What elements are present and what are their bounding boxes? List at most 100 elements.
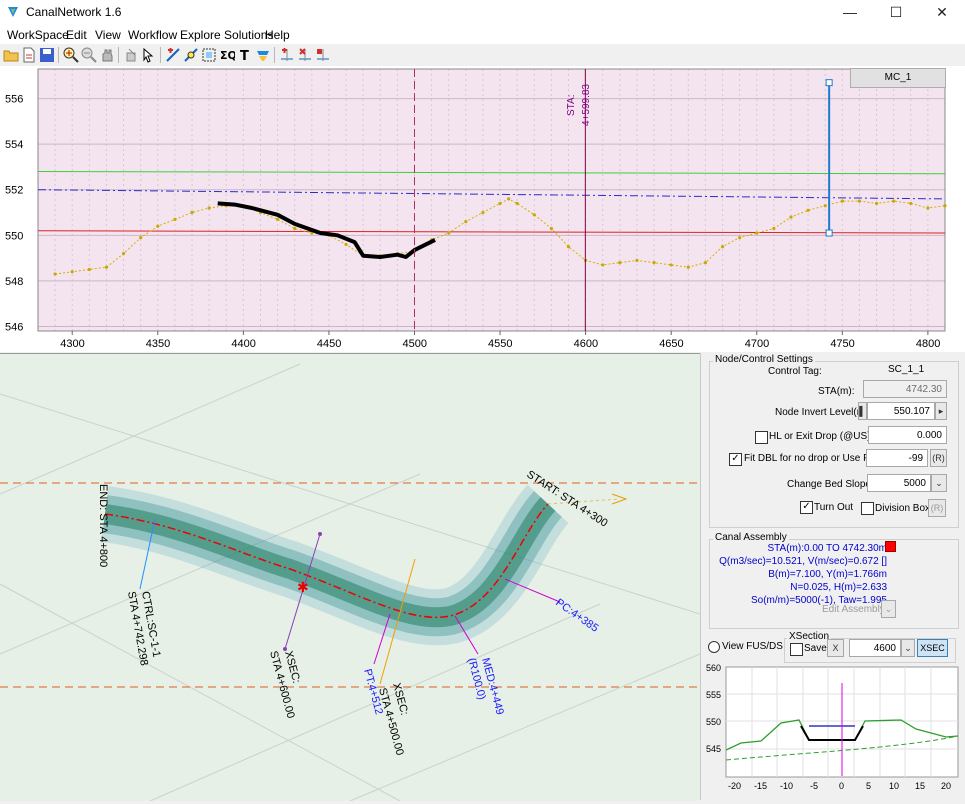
pan-icon[interactable] xyxy=(99,47,115,63)
plan-view[interactable]: ✱ END: STA 4+800 START: STA 4+300 CTRL:S… xyxy=(0,353,701,802)
view-fus-radio[interactable] xyxy=(708,641,720,653)
assembly-sta-range: STA(m):0.00 TO 4742.30m xyxy=(767,543,888,554)
invert-level-input[interactable]: 550.107 xyxy=(867,402,935,420)
profile-ground-point xyxy=(789,215,793,219)
zoom-in-icon[interactable] xyxy=(63,47,79,63)
move-node-icon[interactable] xyxy=(183,47,199,63)
view-fus-label: View FUS/DS xyxy=(722,641,783,652)
sta-field: 4742.30 xyxy=(863,380,947,398)
fit-input[interactable]: -99 xyxy=(866,449,928,467)
title-bar: CanalNetwork 1.6 — ☐ ✕ xyxy=(0,0,965,24)
profile-x-tick: 4800 xyxy=(916,338,940,350)
hl-checkbox[interactable] xyxy=(755,431,768,444)
bed-slope-select[interactable]: 5000 xyxy=(867,474,931,492)
close-button[interactable]: ✕ xyxy=(919,0,965,24)
menu-explore-solutions[interactable]: Explore Solutions xyxy=(180,28,273,42)
profile-view[interactable]: 556 554 552 550 548 546 4300 4350 4400 4450 4500 45… xyxy=(0,66,965,352)
hl-input[interactable]: 0.000 xyxy=(868,426,947,444)
xsec-end-marker xyxy=(283,647,287,651)
xsec-close-button[interactable]: X xyxy=(827,639,844,657)
edit-assembly-button[interactable]: Edit Assembly xyxy=(822,604,885,615)
toolbar-separator xyxy=(160,47,161,63)
xsec-save-checkbox[interactable] xyxy=(790,643,803,656)
xsec-save-label: Save xyxy=(804,643,827,654)
xsec-station-dropdown[interactable]: ⌄ xyxy=(901,639,915,657)
profile-x-tick: 4350 xyxy=(146,338,170,350)
profile-ground-point xyxy=(53,272,57,276)
division-box-label: Division Box xyxy=(875,503,931,514)
toolbar: ΣQ T xyxy=(0,44,965,67)
profile-ground-point xyxy=(139,235,143,240)
edit-profile-icon[interactable] xyxy=(315,47,331,63)
menu-help[interactable]: Help xyxy=(265,28,290,42)
svg-text:ΣQ: ΣQ xyxy=(220,49,235,62)
layer-icon[interactable] xyxy=(255,47,271,63)
open-folder-icon[interactable] xyxy=(3,47,19,63)
division-box-checkbox[interactable] xyxy=(861,502,874,515)
xsec-button[interactable]: XSEC xyxy=(917,639,948,657)
fit-checkbox[interactable]: ✓ xyxy=(729,453,742,466)
profile-ground-point xyxy=(874,201,879,206)
bed-slope-dropdown-button[interactable]: ⌄ xyxy=(931,474,947,492)
profile-chart[interactable]: 556 554 552 550 548 546 4300 4350 4400 4450 4500 45… xyxy=(0,66,965,352)
svg-text:T: T xyxy=(240,49,249,63)
hl-label: HL or Exit Drop (@US) xyxy=(769,431,871,442)
menu-view[interactable]: View xyxy=(95,28,121,42)
delete-point-icon[interactable] xyxy=(297,47,313,63)
profile-ground-point xyxy=(293,226,297,231)
text-icon[interactable]: T xyxy=(237,47,253,63)
profile-ground-point xyxy=(909,201,913,206)
profile-ground-point xyxy=(738,235,742,240)
xsec-x-tick: -5 xyxy=(810,781,818,791)
xsec-y-tick: 550 xyxy=(706,717,721,727)
profile-ground-point xyxy=(703,261,708,265)
profile-ground-point xyxy=(857,199,862,203)
sigma-icon[interactable]: ΣQ xyxy=(219,47,235,63)
xsec-x-tick: -20 xyxy=(728,781,741,791)
canal-assembly-title: Canal Assembly xyxy=(713,532,789,543)
profile-ground-point xyxy=(840,199,844,203)
profile-y-tick: 552 xyxy=(5,185,23,197)
xsec-station-select[interactable]: 4600 xyxy=(849,639,901,657)
profile-ground-point xyxy=(498,201,502,206)
pointer-icon[interactable] xyxy=(123,47,139,63)
profile-ground-point xyxy=(344,242,348,247)
profile-x-tick: 4700 xyxy=(745,338,769,350)
invert-level-label: Node Invert Level(m): xyxy=(775,407,872,418)
menu-workspace[interactable]: WorkSpace xyxy=(7,28,69,42)
xsec-x-tick: -10 xyxy=(780,781,793,791)
select-arrow-icon[interactable] xyxy=(141,47,157,63)
profile-tag-button[interactable]: MC_1 xyxy=(850,68,946,88)
edit-assembly-dropdown[interactable]: ⌄ xyxy=(881,600,896,618)
plan-map[interactable]: ✱ END: STA 4+800 START: STA 4+300 CTRL:S… xyxy=(0,354,701,802)
profile-ground-point xyxy=(156,224,160,228)
maximize-button[interactable]: ☐ xyxy=(873,0,919,24)
add-node-icon[interactable] xyxy=(165,47,181,63)
profile-y-tick: 548 xyxy=(5,276,23,288)
zoom-out-icon[interactable] xyxy=(81,47,97,63)
division-r-button[interactable]: (R) xyxy=(928,499,946,517)
profile-ground-point xyxy=(447,231,451,235)
assembly-status-indicator xyxy=(885,541,896,552)
control-tag-label: Control Tag: xyxy=(768,366,822,377)
profile-ground-point xyxy=(686,265,690,269)
invert-decrement-button[interactable]: ▌ xyxy=(858,402,867,420)
turn-out-checkbox[interactable]: ✓ xyxy=(800,501,813,514)
profile-ground-point xyxy=(190,210,194,215)
profile-x-tick: 4550 xyxy=(488,338,512,350)
xsec-x-tick: 0 xyxy=(839,781,844,791)
fit-r-button[interactable]: (R) xyxy=(930,449,947,467)
xsec-y-tick: 555 xyxy=(706,690,721,700)
insert-point-icon[interactable] xyxy=(279,47,295,63)
select-region-icon[interactable] xyxy=(201,47,217,63)
save-icon[interactable] xyxy=(39,47,55,63)
toolbar-separator xyxy=(58,47,59,63)
menu-edit[interactable]: Edit xyxy=(66,28,87,42)
invert-increment-button[interactable]: ▸ xyxy=(935,402,947,420)
profile-ground-point xyxy=(70,270,74,274)
open-file-icon[interactable] xyxy=(21,47,37,63)
menu-workflow[interactable]: Workflow xyxy=(128,28,177,42)
minimize-button[interactable]: — xyxy=(827,0,873,24)
node-settings-title: Node/Control Settings xyxy=(713,354,815,365)
profile-ground-point xyxy=(87,267,91,272)
